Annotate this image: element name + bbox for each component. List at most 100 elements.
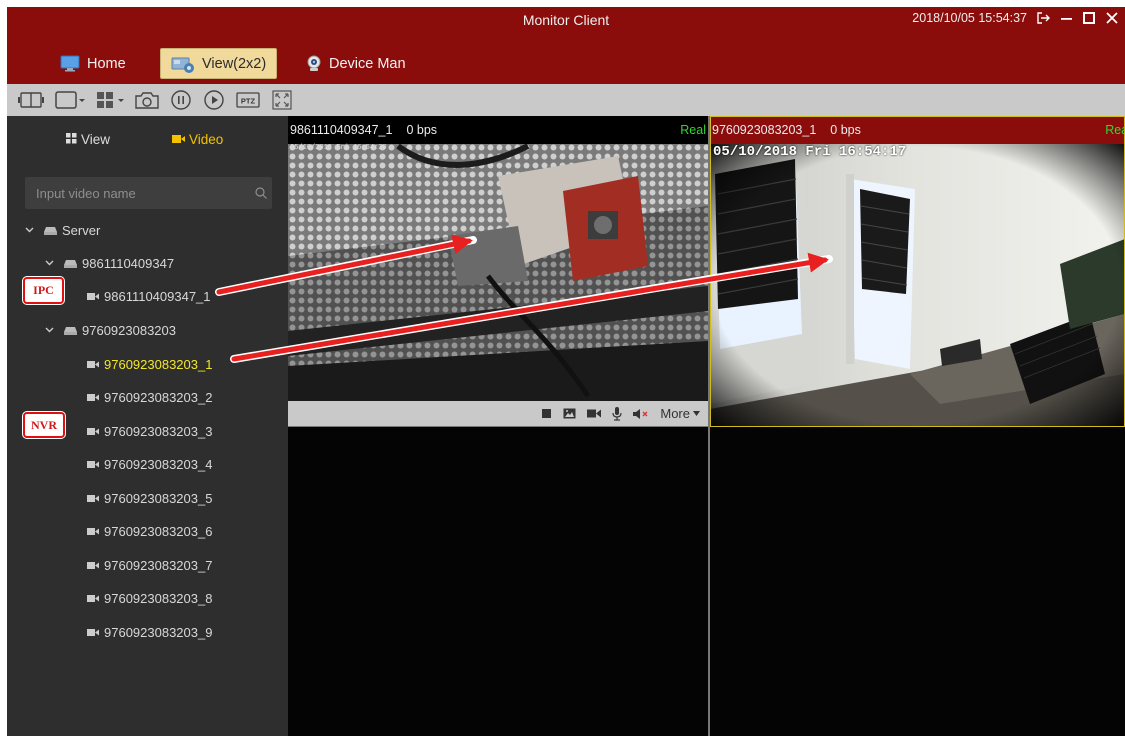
camera-icon bbox=[87, 357, 99, 372]
maximize-icon[interactable] bbox=[1082, 11, 1096, 25]
sidebar-tabs: View Video bbox=[7, 132, 288, 152]
tree-channel-selected[interactable]: 9760923083203_1 bbox=[87, 354, 212, 374]
toolbar: PTZ bbox=[7, 84, 1125, 116]
ptz-label: PTZ bbox=[241, 97, 256, 106]
device-icon bbox=[64, 323, 77, 338]
search-input[interactable] bbox=[25, 185, 250, 201]
window-controls: 2018/10/05 15:54:37 bbox=[912, 11, 1119, 25]
tab-video-label: Video bbox=[189, 132, 224, 147]
tree-channel-label: 9760923083203_6 bbox=[104, 523, 213, 539]
tree-channel[interactable]: 9760923083203_7 bbox=[87, 555, 212, 575]
tab-device-man[interactable]: Device Man bbox=[296, 48, 416, 79]
pane-header: 9760923083203_1 0 bps Real bbox=[710, 116, 1125, 144]
tree-channel[interactable]: 9760923083203_6 bbox=[87, 521, 212, 541]
tree-channel[interactable]: 9861110409347_1 bbox=[87, 286, 211, 306]
more-label: More bbox=[660, 406, 690, 421]
pane-osd-timestamp: 05/10/2018 Fri 16:54:17 bbox=[713, 144, 907, 160]
tree-channel[interactable]: 9760923083203_9 bbox=[87, 622, 212, 642]
pane-controls: More bbox=[288, 401, 708, 426]
pane-mode: Real bbox=[1105, 123, 1125, 137]
search-icon[interactable] bbox=[250, 187, 272, 199]
tab-home[interactable]: Home bbox=[50, 48, 136, 79]
video-pane-1[interactable]: 9861110409347_1 0 bps Real 05/10/2018 Fr… bbox=[288, 116, 708, 426]
snapshot-icon[interactable] bbox=[134, 88, 160, 112]
tree-node-label: 9760923083203 bbox=[82, 322, 176, 338]
logout-icon[interactable] bbox=[1036, 11, 1050, 25]
pane-header: 9861110409347_1 0 bps Real bbox=[288, 116, 708, 144]
mute-icon[interactable] bbox=[633, 408, 649, 420]
datetime-display: 2018/10/05 15:54:37 bbox=[912, 11, 1027, 25]
tree-channel-label: 9760923083203_4 bbox=[104, 456, 213, 472]
split-view-icon[interactable] bbox=[17, 88, 45, 112]
pane-bitrate: 0 bps bbox=[830, 123, 861, 137]
search-box bbox=[25, 177, 272, 209]
image-icon[interactable] bbox=[563, 408, 576, 419]
pane-bitrate: 0 bps bbox=[406, 123, 438, 137]
ipc-callout: IPC bbox=[23, 277, 64, 304]
tree-channel-label: 9760923083203_2 bbox=[104, 389, 213, 405]
tree-channel[interactable]: 9760923083203_4 bbox=[87, 454, 212, 474]
monitor-client-window: Monitor Client 2018/10/05 15:54:37 Home bbox=[7, 7, 1125, 736]
grid-icon bbox=[66, 132, 77, 147]
pane-channel-name: 9861110409347_1 bbox=[290, 123, 393, 137]
camera-icon bbox=[87, 491, 99, 506]
tree-node-label: Server bbox=[62, 222, 101, 238]
tree-channel-label: 9760923083203_1 bbox=[104, 356, 213, 372]
tab-view-label: View(2x2) bbox=[202, 55, 267, 72]
chevron-down-icon[interactable] bbox=[44, 260, 54, 266]
tree-channel-label: 9760923083203_3 bbox=[104, 423, 213, 439]
webcam-icon bbox=[306, 55, 322, 72]
layout-grid-icon[interactable] bbox=[95, 88, 125, 112]
device-icon bbox=[64, 256, 77, 271]
camera-view-icon bbox=[171, 55, 195, 73]
chevron-down-icon[interactable] bbox=[24, 227, 34, 233]
video-pane-3[interactable] bbox=[288, 427, 708, 736]
tree-channel[interactable]: 9760923083203_3 bbox=[87, 421, 212, 441]
chevron-down-icon bbox=[693, 411, 700, 416]
microphone-icon[interactable] bbox=[612, 406, 622, 421]
pane-channel-name: 9760923083203_1 bbox=[712, 123, 817, 137]
camera-icon bbox=[87, 558, 99, 573]
ptz-icon[interactable]: PTZ bbox=[235, 88, 261, 112]
tree-channel[interactable]: 9760923083203_2 bbox=[87, 387, 212, 407]
title-bar: Monitor Client 2018/10/05 15:54:37 Home bbox=[7, 7, 1125, 84]
pane-osd-timestamp: 05/10/2018 Fri 16:54:20 bbox=[290, 144, 387, 152]
tree-channel-label: 9760923083203_5 bbox=[104, 490, 213, 506]
tab-video[interactable]: Video bbox=[172, 132, 223, 147]
tree-channel-label: 9861110409347_1 bbox=[104, 288, 211, 304]
tree-node-server[interactable]: Server bbox=[24, 220, 100, 240]
tab-home-label: Home bbox=[87, 55, 126, 72]
tree-node-device[interactable]: 9861110409347 bbox=[44, 253, 174, 273]
camera-icon bbox=[87, 625, 99, 640]
record-icon[interactable] bbox=[587, 408, 602, 419]
tree-channel-label: 9760923083203_9 bbox=[104, 624, 213, 640]
tree-node-label: 9861110409347 bbox=[82, 255, 175, 271]
play-icon[interactable] bbox=[202, 88, 226, 112]
chevron-down-icon[interactable] bbox=[44, 327, 54, 333]
tree-channel[interactable]: 9760923083203_8 bbox=[87, 588, 212, 608]
tree-node-device[interactable]: 9760923083203 bbox=[44, 320, 176, 340]
tab-view-list[interactable]: View bbox=[66, 132, 110, 147]
more-dropdown[interactable]: More bbox=[660, 406, 700, 421]
minimize-icon[interactable] bbox=[1059, 11, 1073, 25]
video-pane-2[interactable]: 9760923083203_1 0 bps Real 05/10/2018 Fr… bbox=[710, 116, 1125, 427]
camera-feed-2 bbox=[710, 144, 1125, 427]
camera-icon bbox=[87, 390, 99, 405]
fullscreen-icon[interactable] bbox=[270, 88, 294, 112]
pane-mode: Real bbox=[680, 123, 706, 137]
camera-icon bbox=[87, 457, 99, 472]
pause-icon[interactable] bbox=[169, 88, 193, 112]
stop-icon[interactable] bbox=[541, 408, 552, 419]
video-grid: 9861110409347_1 0 bps Real 05/10/2018 Fr… bbox=[288, 116, 1125, 736]
camera-icon bbox=[87, 524, 99, 539]
server-icon bbox=[44, 223, 57, 238]
camera-icon bbox=[87, 424, 99, 439]
tree-channel[interactable]: 9760923083203_5 bbox=[87, 488, 212, 508]
tree-channel-label: 9760923083203_8 bbox=[104, 590, 213, 606]
tree-channel-label: 9760923083203_7 bbox=[104, 557, 213, 573]
monitor-icon bbox=[60, 55, 80, 72]
video-pane-4[interactable] bbox=[710, 427, 1125, 736]
layout-single-icon[interactable] bbox=[54, 88, 86, 112]
close-icon[interactable] bbox=[1105, 11, 1119, 25]
tab-view[interactable]: View(2x2) bbox=[160, 48, 278, 79]
